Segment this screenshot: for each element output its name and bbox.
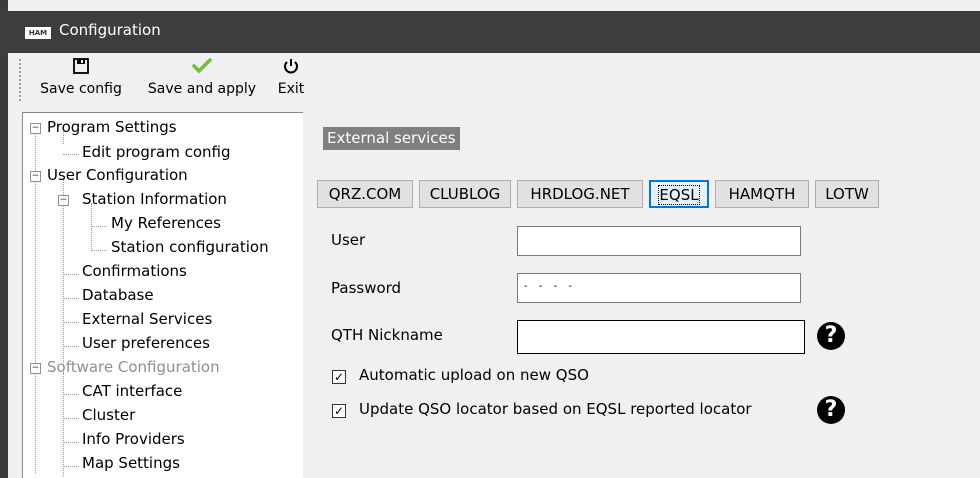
exit-label: Exit xyxy=(277,81,305,97)
tab-hamqth[interactable]: HAMQTH xyxy=(715,180,809,208)
save-config-button[interactable]: Save config xyxy=(34,57,128,105)
tree-line xyxy=(63,466,79,467)
tab-lotw[interactable]: LOTW xyxy=(815,180,879,208)
toolbar: Save config Save and apply Exit xyxy=(18,53,980,108)
password-label: Password xyxy=(331,279,402,297)
tab-eqsl[interactable]: EQSL xyxy=(649,180,709,208)
window-title: Configuration xyxy=(59,21,161,39)
tab-clublog[interactable]: CLUBLOG xyxy=(419,180,511,208)
tree-line xyxy=(63,418,79,419)
save-config-label: Save config xyxy=(40,81,122,97)
tree-line xyxy=(91,250,107,251)
save-and-apply-label: Save and apply xyxy=(147,81,257,97)
tree-line xyxy=(91,203,92,251)
password-field[interactable]: - - - - xyxy=(517,273,801,303)
tree-line xyxy=(63,394,79,395)
section-title: External services xyxy=(323,127,460,150)
tree-line xyxy=(63,298,79,299)
tree-item-edit-program-config[interactable]: Edit program config xyxy=(82,143,231,161)
automatic-upload-label[interactable]: Automatic upload on new QSO xyxy=(359,366,589,384)
tree-item-map-settings[interactable]: Map Settings xyxy=(82,454,180,472)
tree-item-program-settings[interactable]: Program Settings xyxy=(47,118,177,136)
tab-label: HRDLOG.NET xyxy=(530,185,630,203)
tree-item-my-references[interactable]: My References xyxy=(111,214,221,232)
tree-line xyxy=(35,133,36,473)
collapse-toggle-icon[interactable]: − xyxy=(30,363,41,374)
toolbar-grip[interactable] xyxy=(19,59,23,101)
automatic-upload-checkbox[interactable]: ✓ xyxy=(332,370,346,384)
tree-line xyxy=(63,442,79,443)
title-bar: HAM Configuration xyxy=(0,11,980,53)
tree-item-software-configuration[interactable]: Software Configuration xyxy=(47,358,220,376)
help-icon[interactable]: ? xyxy=(817,322,845,350)
tab-label: CLUBLOG xyxy=(429,185,501,203)
collapse-toggle-icon[interactable]: − xyxy=(30,171,41,182)
tree-line xyxy=(63,274,79,275)
tree-item-external-services[interactable]: External Services xyxy=(82,310,212,328)
update-locator-checkbox[interactable]: ✓ xyxy=(332,404,346,418)
collapse-toggle-icon[interactable]: − xyxy=(58,195,69,206)
external-services-panel: External services QRZ.COM CLUBLOG HRDLOG… xyxy=(303,108,980,478)
tab-label: HAMQTH xyxy=(728,185,796,203)
tab-qrz-com[interactable]: QRZ.COM xyxy=(317,180,413,208)
tree-line xyxy=(63,373,64,478)
tab-label: QRZ.COM xyxy=(328,185,402,203)
tab-label: LOTW xyxy=(825,185,869,203)
collapse-toggle-icon[interactable]: − xyxy=(30,123,41,134)
tree-item-confirmations[interactable]: Confirmations xyxy=(82,262,187,280)
background-edge xyxy=(0,0,8,478)
configuration-window: HAM Configuration Save config Save and a… xyxy=(0,0,980,478)
power-icon xyxy=(274,57,308,81)
tree-line xyxy=(63,322,79,323)
floppy-disk-icon xyxy=(34,57,128,81)
tree-item-user-configuration[interactable]: User Configuration xyxy=(47,166,188,184)
save-and-apply-button[interactable]: Save and apply xyxy=(138,57,266,105)
user-field[interactable] xyxy=(517,226,801,256)
settings-tree: − − − − Program Settings Edit program co… xyxy=(22,112,304,478)
checkmark-icon xyxy=(138,57,266,81)
tree-item-cluster[interactable]: Cluster xyxy=(82,406,135,424)
tree-item-cat-interface[interactable]: CAT interface xyxy=(82,382,182,400)
qth-nickname-field[interactable] xyxy=(517,320,805,354)
tree-item-station-configuration[interactable]: Station configuration xyxy=(111,238,269,256)
tree-line xyxy=(91,226,107,227)
tree-line xyxy=(63,154,79,155)
app-logo: HAM xyxy=(25,27,51,39)
qth-nickname-label: QTH Nickname xyxy=(331,326,443,344)
user-label: User xyxy=(331,231,366,249)
help-icon[interactable]: ? xyxy=(817,396,845,424)
tree-item-user-preferences[interactable]: User preferences xyxy=(82,334,210,352)
tree-item-station-information[interactable]: Station Information xyxy=(82,190,227,208)
update-locator-label[interactable]: Update QSO locator based on EQSL reporte… xyxy=(359,400,752,418)
exit-button[interactable]: Exit xyxy=(274,57,308,105)
tree-line xyxy=(63,346,79,347)
tree-item-info-providers[interactable]: Info Providers xyxy=(82,430,185,448)
tab-hrdlog-net[interactable]: HRDLOG.NET xyxy=(517,180,643,208)
tree-item-database[interactable]: Database xyxy=(82,286,154,304)
tab-label: EQSL xyxy=(658,185,700,205)
